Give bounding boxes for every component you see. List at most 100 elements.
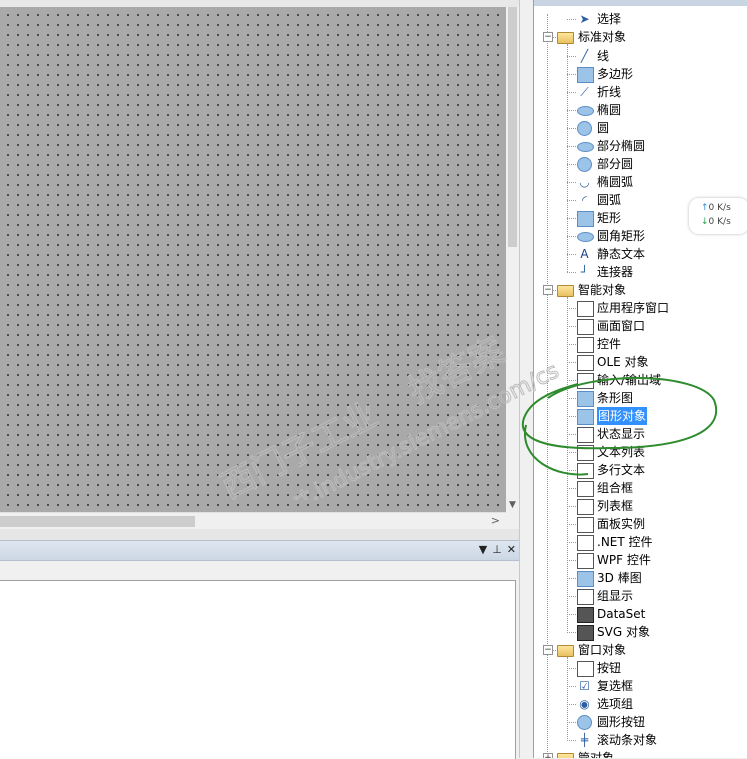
bar-icon	[577, 391, 594, 407]
tree-branch-line	[567, 416, 576, 417]
tree-item-partial-ellipse[interactable]: 部分椭圆	[534, 137, 747, 155]
tree-item-application-window[interactable]: 应用程序窗口	[534, 299, 747, 317]
tree-branch-line	[567, 200, 576, 201]
output-panel-header: ▼⊥✕	[0, 540, 527, 561]
tree-branch-line	[552, 290, 556, 291]
tree-item-button[interactable]: 按钮	[534, 659, 747, 677]
tree-item-window-objects-folder[interactable]: − 窗口对象	[534, 641, 747, 659]
tree-item-label: 椭圆弧	[597, 175, 634, 189]
wpf-control-icon	[577, 553, 594, 569]
tree-item-circle[interactable]: 圆	[534, 119, 747, 137]
vertical-scroll-thumb[interactable]	[508, 7, 517, 247]
window-splitter[interactable]	[519, 0, 528, 758]
tree-item-line[interactable]: ╱ 线	[534, 47, 747, 65]
tree-item-label: .NET 控件	[597, 535, 653, 549]
horizontal-scroll-thumb[interactable]	[0, 516, 195, 527]
tree-branch-line	[567, 488, 576, 489]
canvas-horizontal-scrollbar[interactable]: >	[0, 512, 506, 530]
tree-item-label: 圆形按钮	[597, 715, 646, 729]
panel-pin-icon[interactable]: ⊥	[492, 543, 507, 556]
output-panel-body	[0, 580, 516, 759]
window-objects-folder-icon	[557, 645, 574, 657]
tree-item-label: 矩形	[597, 211, 622, 225]
tree-branch-line	[567, 740, 576, 741]
tree-item-multiline-text[interactable]: 多行文本	[534, 461, 747, 479]
radio-group-icon: ◉	[579, 697, 590, 711]
panel-menu-icon[interactable]: ▼	[479, 543, 492, 556]
tree-item-picture-window[interactable]: 画面窗口	[534, 317, 747, 335]
tree-item-io-field[interactable]: 输入/输出域	[534, 371, 747, 389]
tree-item-list-box[interactable]: 列表框	[534, 497, 747, 515]
text-list-icon	[577, 445, 594, 461]
tree-item-bar[interactable]: 条形图	[534, 389, 747, 407]
tree-branch-line	[567, 308, 576, 309]
tree-item-radio-group[interactable]: ◉ 选项组	[534, 695, 747, 713]
tree-item-svg-object[interactable]: SVG 对象	[534, 623, 747, 641]
tree-item-wpf-control[interactable]: WPF 控件	[534, 551, 747, 569]
tree-item-faceplate-instance[interactable]: 面板实例	[534, 515, 747, 533]
tree-item-label: 3D 棒图	[597, 571, 642, 585]
tree-item-tube-objects-folder[interactable]: + 管对象	[534, 749, 747, 758]
tree-branch-line	[567, 614, 576, 615]
tree-item-ellipse-arc[interactable]: ◡ 椭圆弧	[534, 173, 747, 191]
tree-item-label: 应用程序窗口	[597, 301, 670, 315]
tree-branch-line	[567, 506, 576, 507]
tree-item-checkbox[interactable]: ☑ 复选框	[534, 677, 747, 695]
tree-item-label: 部分椭圆	[597, 139, 646, 153]
standard-objects-folder-icon	[557, 32, 574, 44]
tree-item-slider[interactable]: ╪ 滚动条对象	[534, 731, 747, 749]
tree-item-3d-bar[interactable]: 3D 棒图	[534, 569, 747, 587]
tree-item-cursor-arrow[interactable]: ➤ 选择	[534, 10, 747, 28]
tree-item-dotnet-control[interactable]: .NET 控件	[534, 533, 747, 551]
status-display-icon	[577, 427, 594, 443]
tree-item-polygon[interactable]: 多边形	[534, 65, 747, 83]
tree-item-connector[interactable]: ┘ 连接器	[534, 263, 747, 281]
tree-item-group-display[interactable]: 组显示	[534, 587, 747, 605]
tree-branch-line	[567, 218, 576, 219]
tree-item-ocx-control[interactable]: 控件	[534, 335, 747, 353]
tree-item-combo-box[interactable]: 组合框	[534, 479, 747, 497]
tree-branch-line	[567, 596, 576, 597]
network-speed-widget: ↑0 K/s ↓0 K/s	[689, 198, 747, 234]
panel-header-buttons[interactable]: ▼⊥✕	[479, 543, 521, 556]
tree-item-label: 连接器	[597, 265, 634, 279]
tree-item-smart-objects-folder[interactable]: − 智能对象	[534, 281, 747, 299]
tree-item-label: 圆角矩形	[597, 229, 646, 243]
tree-item-round-button[interactable]: 圆形按钮	[534, 713, 747, 731]
tree-item-ellipse[interactable]: 椭圆	[534, 101, 747, 119]
tree-item-ole-object[interactable]: OLE 对象	[534, 353, 747, 371]
tree-item-label: 图形对象	[597, 407, 648, 425]
tree-branch-line	[567, 542, 576, 543]
tree-branch-line	[567, 326, 576, 327]
tree-item-label: 圆	[597, 121, 610, 135]
tree-item-label: DataSet	[597, 607, 646, 621]
screen-design-canvas[interactable]	[0, 7, 506, 512]
tree-item-label: 静态文本	[597, 247, 646, 261]
panel-splitter[interactable]	[0, 529, 519, 540]
object-palette-tree[interactable]: ➤ 选择 − 标准对象 ╱ 线多边形 ⟋ 折线 椭圆圆部分椭圆 部分圆 ◡ 椭圆弧 ◜ 圆弧 矩形 圆角矩形 A…	[533, 0, 747, 758]
scroll-right-arrow-icon[interactable]: >	[491, 514, 500, 527]
scroll-down-arrow-icon[interactable]: ▼	[506, 499, 519, 512]
tree-branch-line	[552, 37, 556, 38]
tree-branch-line	[567, 470, 576, 471]
tree-branch-line	[567, 272, 576, 273]
faceplate-instance-icon	[577, 517, 594, 533]
tree-item-polyline[interactable]: ⟋ 折线	[534, 83, 747, 101]
editor-top-strip	[0, 0, 527, 7]
tree-item-graphic-object[interactable]: 图形对象	[534, 407, 747, 425]
tree-item-static-text[interactable]: A 静态文本	[534, 245, 747, 263]
tree-item-standard-objects-folder[interactable]: − 标准对象	[534, 28, 747, 46]
tree-item-label: 选择	[597, 12, 622, 26]
button-icon	[577, 661, 594, 677]
tree-item-dataset[interactable]: DataSet	[534, 605, 747, 623]
rectangle-icon	[577, 211, 594, 227]
canvas-vertical-scrollbar[interactable]: ▼	[506, 7, 519, 512]
tree-item-label: 面板实例	[597, 517, 646, 531]
list-box-icon	[577, 499, 594, 515]
tree-item-text-list[interactable]: 文本列表	[534, 443, 747, 461]
application-window-icon	[577, 301, 594, 317]
partial-circle-icon	[577, 157, 592, 172]
tree-item-status-display[interactable]: 状态显示	[534, 425, 747, 443]
tree-item-partial-circle[interactable]: 部分圆	[534, 155, 747, 173]
tree-branch-line	[567, 236, 576, 237]
